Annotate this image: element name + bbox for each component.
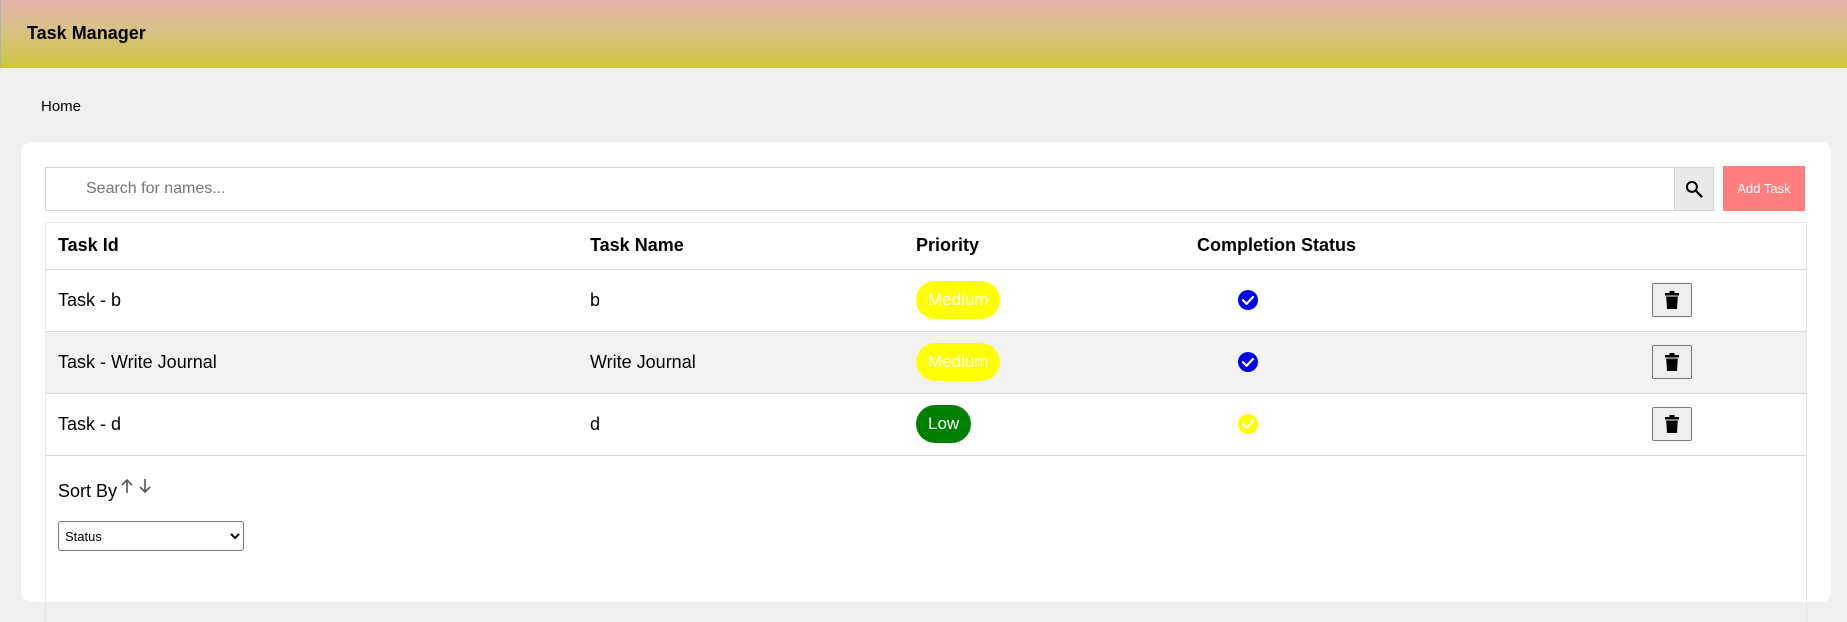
header-task-id: Task Id xyxy=(46,223,578,270)
search-icon xyxy=(1685,180,1703,198)
status-cell xyxy=(1185,393,1630,456)
task-name-cell: Write Journal xyxy=(578,331,904,394)
check-circle-icon[interactable] xyxy=(1237,289,1259,311)
header-completion-status: Completion Status xyxy=(1185,223,1630,270)
task-table: Task Id Task Name Priority Completion St… xyxy=(46,223,1806,456)
priority-badge: Low xyxy=(916,405,972,443)
table-header-row: Task Id Task Name Priority Completion St… xyxy=(46,223,1806,270)
actions-cell xyxy=(1630,393,1806,456)
priority-cell: Medium xyxy=(904,269,1185,332)
task-table-container: Task Id Task Name Priority Completion St… xyxy=(45,222,1807,622)
search-button[interactable] xyxy=(1675,167,1714,211)
task-name-cell: d xyxy=(578,393,904,456)
task-id-cell: Task - b xyxy=(46,269,578,332)
delete-button[interactable] xyxy=(1652,345,1692,379)
status-cell xyxy=(1185,331,1630,394)
delete-button[interactable] xyxy=(1652,407,1692,441)
sort-controls: Sort By xyxy=(58,478,154,502)
sort-label: Sort By xyxy=(58,481,118,501)
task-id-cell: Task - d xyxy=(46,393,578,456)
search-input[interactable] xyxy=(46,168,1674,210)
actions-cell xyxy=(1630,269,1806,332)
check-circle-icon[interactable] xyxy=(1237,413,1259,435)
priority-cell: Low xyxy=(904,393,1185,456)
priority-badge: Medium xyxy=(916,343,1001,381)
arrow-up-icon[interactable] xyxy=(118,477,136,495)
trash-icon xyxy=(1665,353,1679,371)
arrow-down-icon[interactable] xyxy=(136,477,154,495)
sort-select[interactable]: Status xyxy=(58,521,244,551)
table-row: Task - b b Medium xyxy=(46,269,1806,332)
task-name-cell: b xyxy=(578,269,904,332)
task-id-cell: Task - Write Journal xyxy=(46,331,578,394)
app-header: Task Manager xyxy=(0,0,1847,68)
actions-cell xyxy=(1630,331,1806,394)
table-row: Task - d d Low xyxy=(46,393,1806,456)
header-actions xyxy=(1630,223,1806,270)
priority-badge: Medium xyxy=(916,281,1001,319)
priority-cell: Medium xyxy=(904,331,1185,394)
trash-icon xyxy=(1665,415,1679,433)
header-task-name: Task Name xyxy=(578,223,904,270)
status-cell xyxy=(1185,269,1630,332)
add-task-button[interactable]: Add Task xyxy=(1723,166,1805,211)
search-box xyxy=(45,167,1675,211)
check-circle-icon[interactable] xyxy=(1237,351,1259,373)
task-card: Add Task Task Id Task Name Priority Comp… xyxy=(21,142,1831,622)
delete-button[interactable] xyxy=(1652,283,1692,317)
trash-icon xyxy=(1665,291,1679,309)
breadcrumb-home[interactable]: Home xyxy=(41,98,81,115)
app-title: Task Manager xyxy=(27,23,146,43)
header-priority: Priority xyxy=(904,223,1185,270)
table-row: Task - Write Journal Write Journal Mediu… xyxy=(46,331,1806,394)
